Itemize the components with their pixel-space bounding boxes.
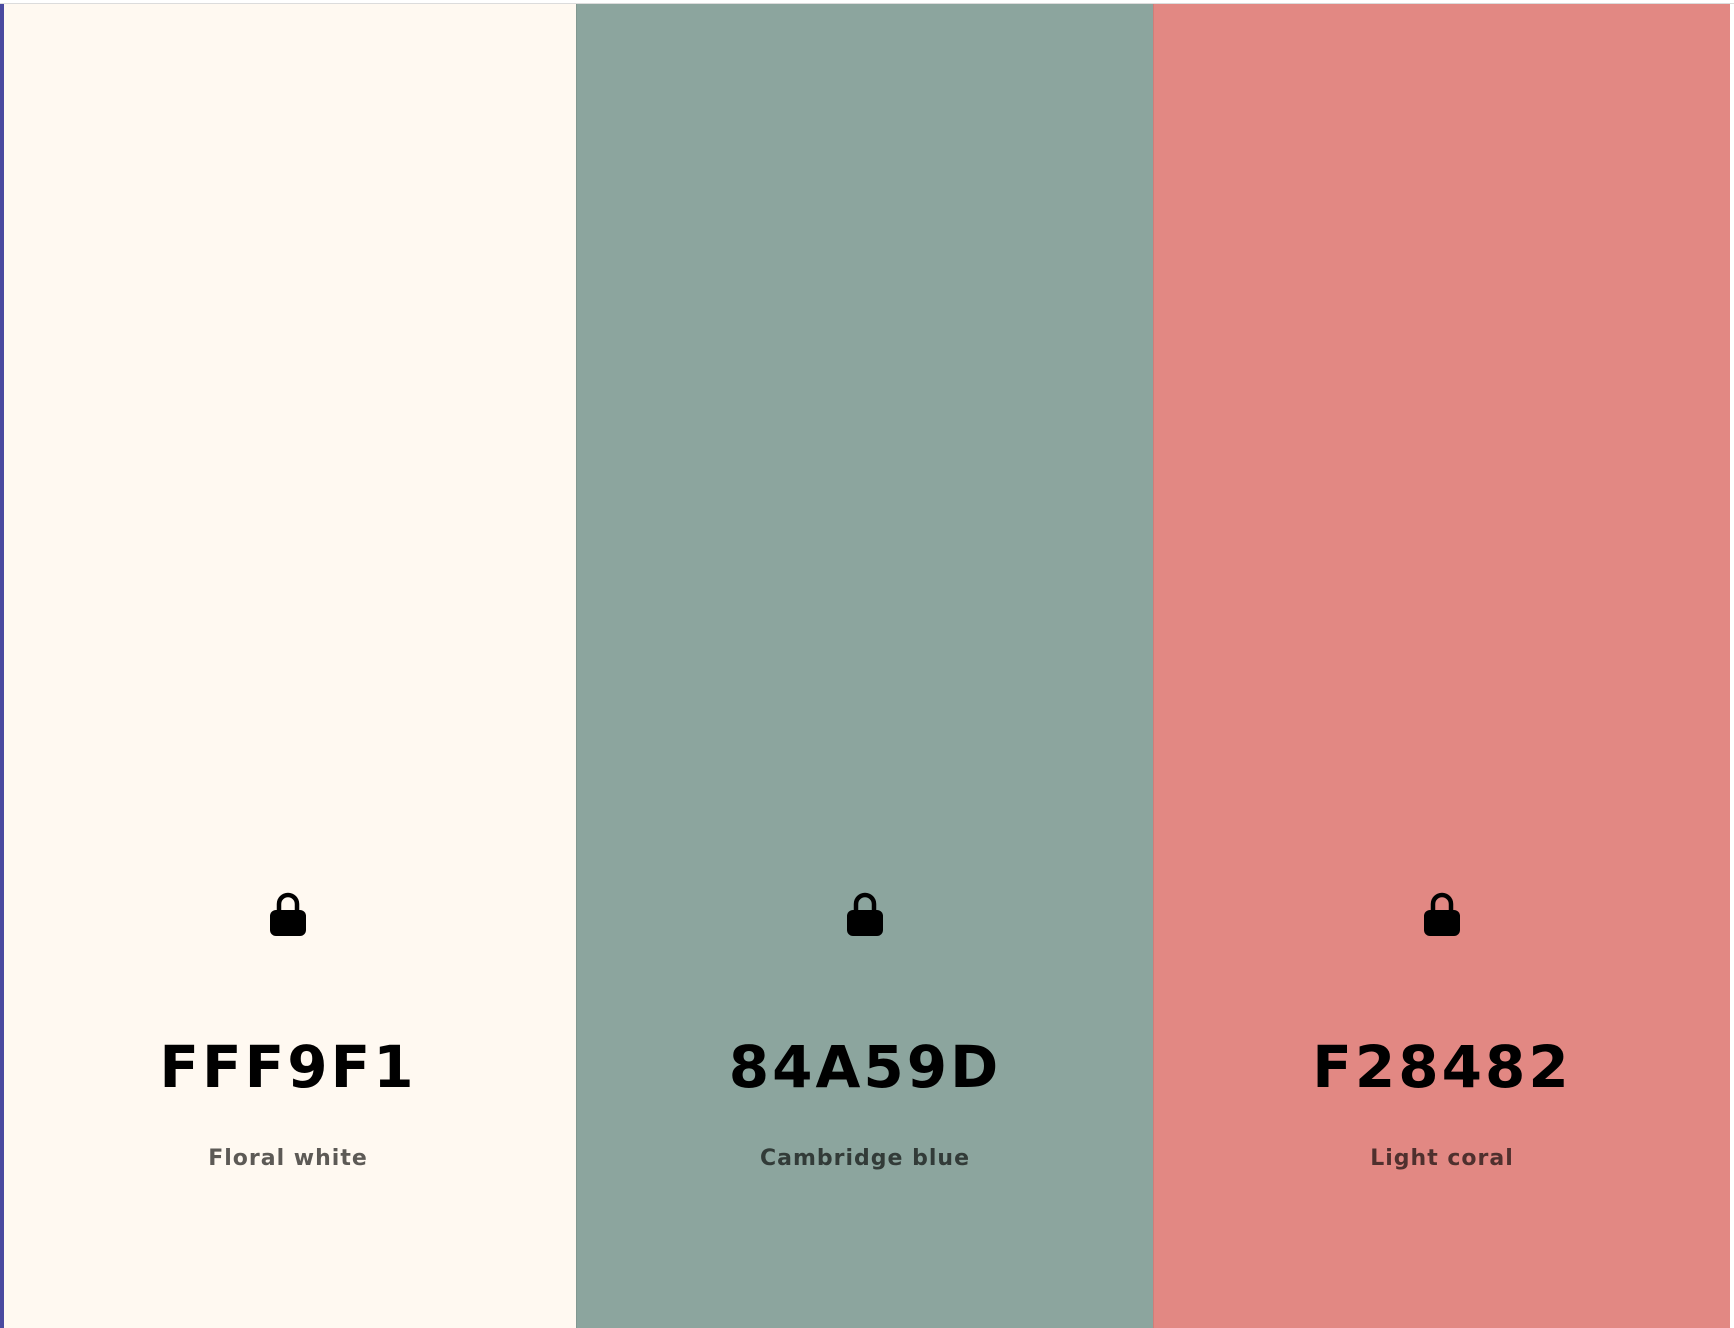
lock-icon (1424, 892, 1460, 936)
lock-button[interactable] (843, 890, 887, 938)
lock-button[interactable] (1420, 890, 1464, 938)
lock-button[interactable] (266, 890, 310, 938)
lock-icon (270, 892, 306, 936)
color-swatch-1[interactable]: FFF9F1 Floral white (0, 4, 576, 1328)
hex-code[interactable]: FFF9F1 (0, 1032, 576, 1102)
color-swatch-2[interactable]: 84A59D Cambridge blue (576, 4, 1153, 1328)
color-palette: FFF9F1 Floral white 84A59D Cambridge blu… (0, 4, 1734, 1328)
palette-app: FFF9F1 Floral white 84A59D Cambridge blu… (0, 3, 1734, 1328)
hex-code[interactable]: F28482 (1154, 1032, 1730, 1102)
accent-edge (0, 4, 4, 1328)
hex-code[interactable]: 84A59D (577, 1032, 1153, 1102)
color-name[interactable]: Floral white (0, 1144, 576, 1174)
color-swatch-3[interactable]: F28482 Light coral (1153, 4, 1730, 1328)
color-name[interactable]: Cambridge blue (577, 1144, 1153, 1174)
color-name[interactable]: Light coral (1154, 1144, 1730, 1174)
lock-icon (847, 892, 883, 936)
